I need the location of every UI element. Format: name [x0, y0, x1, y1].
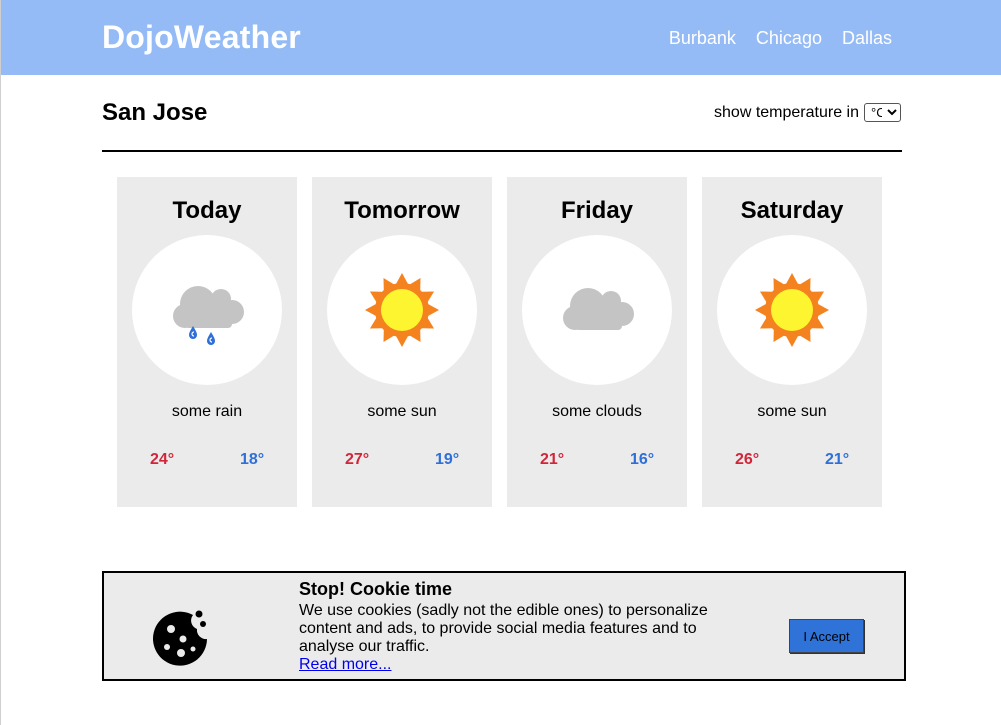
sun-icon — [755, 273, 829, 347]
forecast-cards: Today some rain 24° 18° Tomorrow some su… — [117, 177, 882, 507]
weather-icon-circle — [522, 235, 672, 385]
weather-description: some rain — [171, 403, 243, 420]
nav-link-burbank[interactable]: Burbank — [669, 28, 736, 49]
unit-selector: show temperature in °C — [714, 103, 901, 122]
cookie-icon — [153, 610, 207, 666]
day-label: Tomorrow — [344, 197, 460, 224]
forecast-card-tomorrow: Tomorrow some sun 27° 19° — [312, 177, 492, 507]
accept-cookies-button[interactable]: I Accept — [789, 619, 864, 653]
cookie-banner: Stop! Cookie time We use cookies (sadly … — [102, 571, 906, 681]
weather-description: some sun — [757, 403, 827, 420]
high-temp: 24° — [150, 451, 175, 468]
weather-icon-circle — [327, 235, 477, 385]
weather-icon-circle — [132, 235, 282, 385]
low-temp: 16° — [630, 451, 655, 468]
weather-description: some clouds — [552, 403, 642, 420]
divider — [102, 150, 902, 152]
site-logo[interactable]: DojoWeather — [102, 19, 301, 56]
day-label: Saturday — [740, 197, 844, 224]
nav-link-dallas[interactable]: Dallas — [842, 28, 892, 49]
high-temp: 21° — [540, 451, 565, 468]
weather-icon-circle — [717, 235, 867, 385]
weather-description: some sun — [367, 403, 437, 420]
low-temp: 18° — [240, 451, 265, 468]
forecast-card-friday: Friday some clouds 21° 16° — [507, 177, 687, 507]
cookie-text: We use cookies (sadly not the edible one… — [299, 602, 708, 655]
day-label: Friday — [560, 197, 634, 224]
nav-link-chicago[interactable]: Chicago — [756, 28, 822, 49]
high-temp: 27° — [345, 451, 370, 468]
cloud-icon — [563, 288, 634, 330]
high-temp: 26° — [735, 451, 760, 468]
rain-cloud-icon — [173, 286, 244, 345]
low-temp: 21° — [825, 451, 850, 468]
city-title: San Jose — [102, 99, 208, 126]
forecast-card-today: Today some rain 24° 18° — [117, 177, 297, 507]
low-temp: 19° — [435, 451, 460, 468]
header-bar: DojoWeather Burbank Chicago Dallas — [1, 0, 1001, 75]
unit-select[interactable]: °C — [864, 103, 901, 122]
day-label: Today — [172, 197, 242, 224]
sun-icon — [365, 273, 439, 347]
forecast-card-saturday: Saturday some sun 26° 21° — [702, 177, 882, 507]
cookie-title: Stop! Cookie time — [299, 579, 453, 599]
city-nav: Burbank Chicago Dallas — [669, 28, 892, 49]
read-more-link[interactable]: Read more... — [299, 656, 391, 674]
unit-label: show temperature in — [714, 103, 859, 121]
